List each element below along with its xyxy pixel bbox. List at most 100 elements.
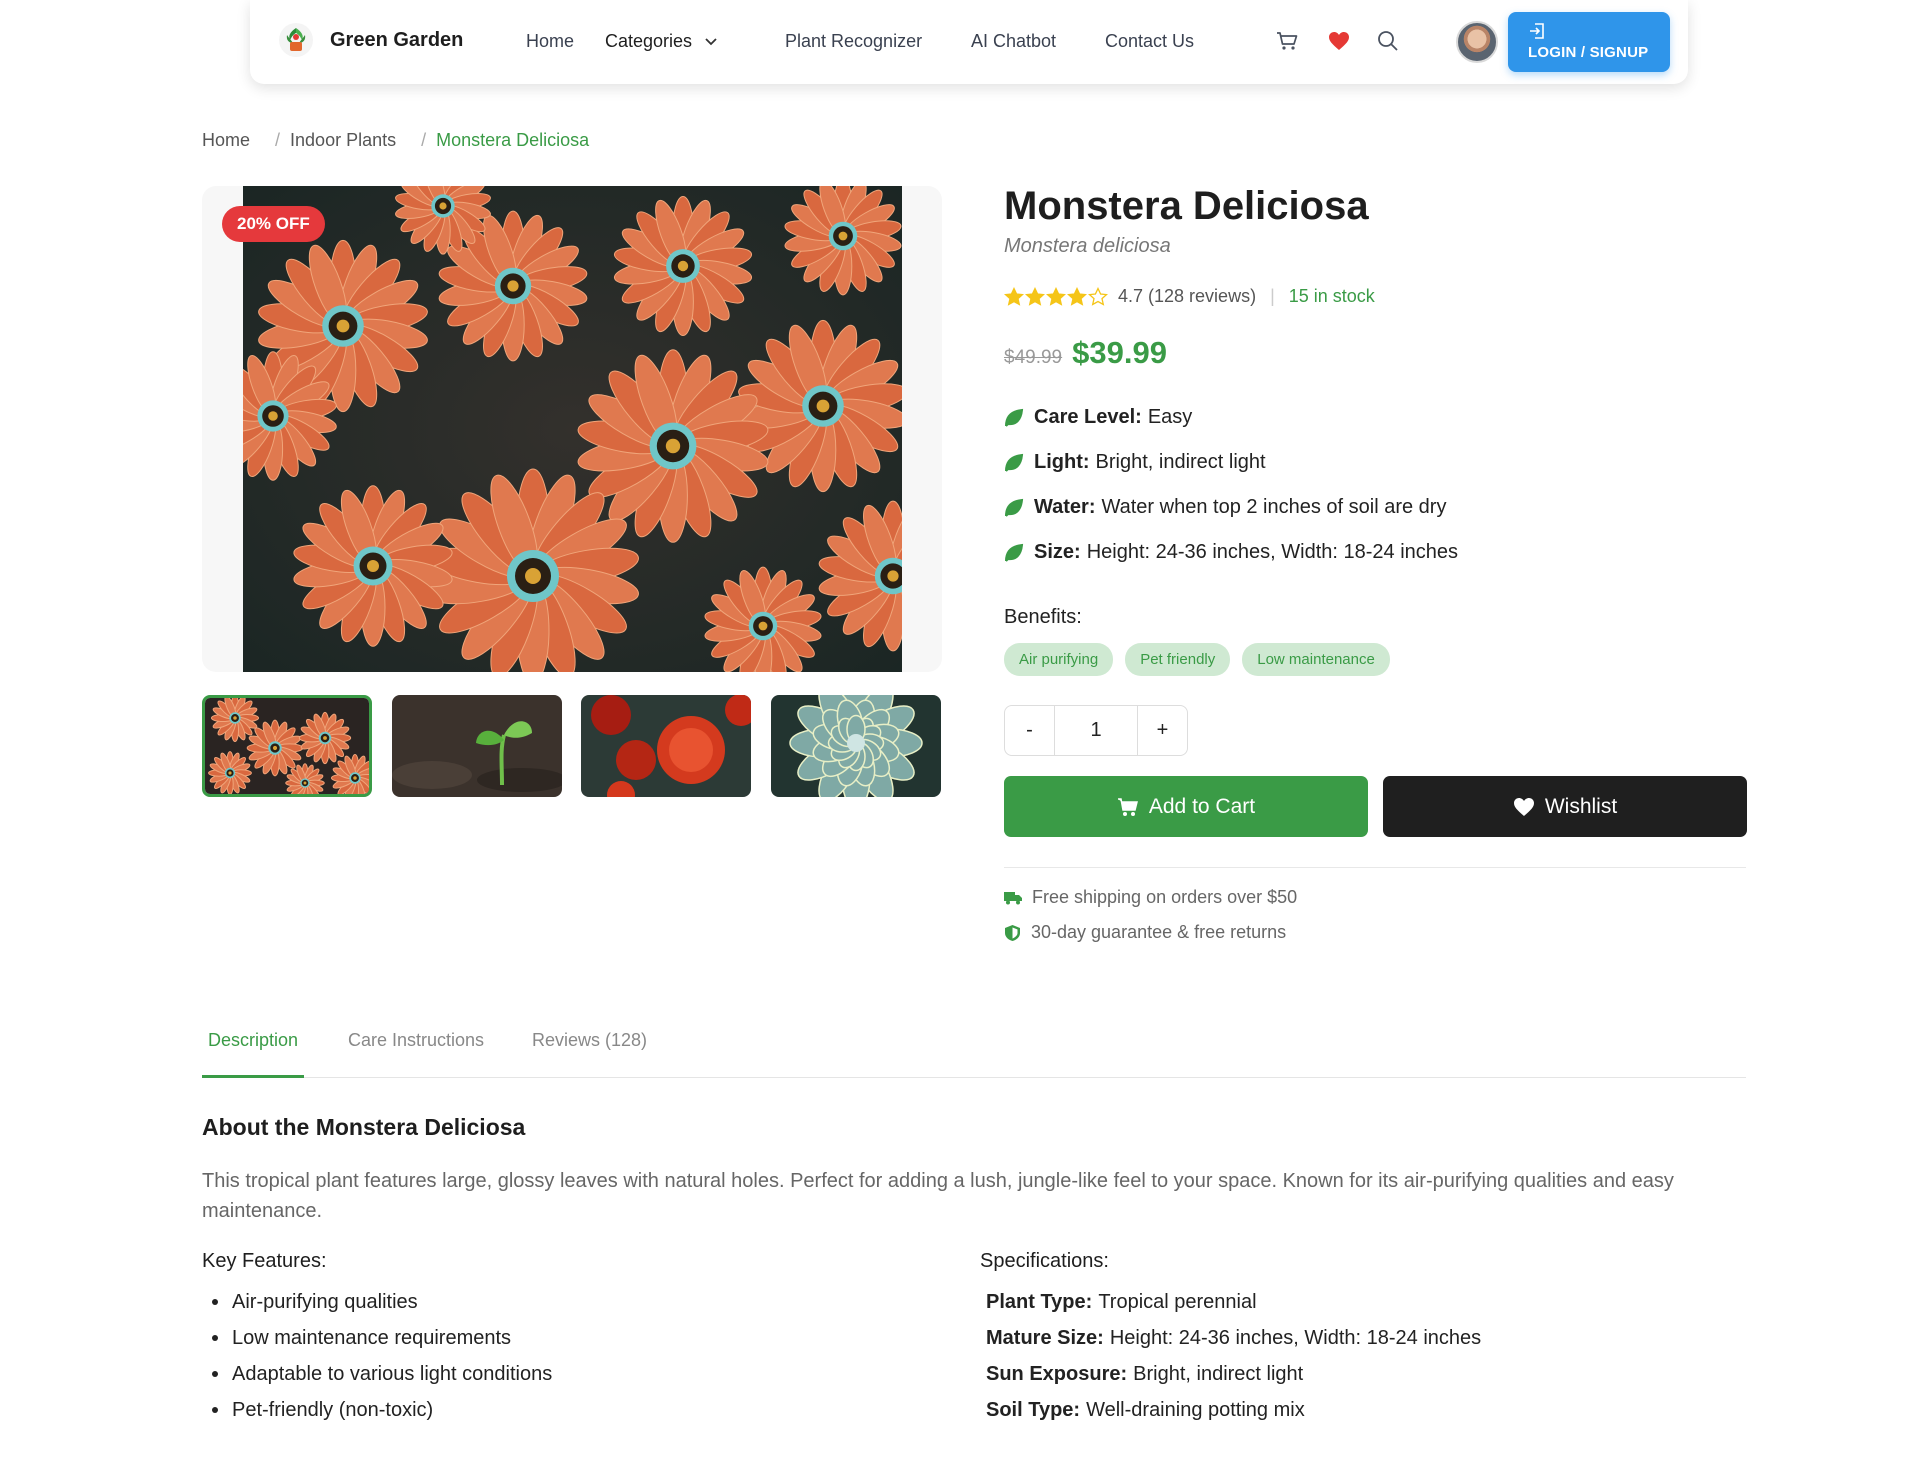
benefit-chip: Low maintenance: [1242, 643, 1390, 676]
list-item: Low maintenance requirements: [208, 1326, 552, 1362]
spec-row: Plant Type: Tropical perennial: [986, 1291, 1257, 1313]
spec-row: Mature Size: Height: 24-36 inches, Width:…: [986, 1327, 1482, 1349]
truck-icon: [1004, 891, 1022, 904]
attr-light: Light: Bright, indirect light: [1004, 451, 1266, 474]
divider: [1004, 867, 1746, 868]
shipping-text: Free shipping on orders over $50: [1032, 887, 1298, 907]
nav-contact-us[interactable]: Contact Us: [1105, 31, 1194, 52]
wishlist-label: Wishlist: [1544, 794, 1618, 818]
attr-value: Height: 24-36 inches, Width: 18-24 inche…: [1086, 541, 1459, 563]
leaf-icon: [1005, 543, 1024, 562]
star-icon: [1088, 286, 1108, 306]
key-features-list: Air-purifying qualities Low maintenance …: [208, 1290, 552, 1434]
tab-care-instructions[interactable]: Care Instructions: [342, 1030, 490, 1078]
attr-label: Size:: [1034, 541, 1081, 563]
tab-reviews[interactable]: Reviews (128): [526, 1030, 653, 1078]
attr-value: Easy: [1147, 406, 1193, 428]
attr-care-level: Care Level: Easy: [1004, 406, 1192, 429]
spec-row: Soil Type: Well-draining potting mix: [986, 1399, 1305, 1421]
product-title: Monstera Deliciosa: [1004, 184, 1369, 228]
thumbnail-4[interactable]: [771, 695, 941, 797]
description-title: About the Monstera Deliciosa: [202, 1114, 526, 1140]
breadcrumb-indoor-plants[interactable]: Indoor Plants: [290, 130, 396, 151]
benefit-chip: Air purifying: [1004, 643, 1114, 676]
main-product-image[interactable]: [243, 186, 902, 672]
breadcrumb-current: Monstera Deliciosa: [436, 130, 590, 150]
login-icon: [1530, 23, 1544, 39]
brand[interactable]: Green Garden: [278, 22, 463, 58]
benefit-chips: Air purifying Pet friendly Low maintenan…: [1004, 643, 1390, 676]
list-item: Pet-friendly (non-toxic): [208, 1398, 552, 1434]
shipping-info: Free shipping on orders over $50: [1004, 887, 1297, 908]
thumbnail-carnations-image: [581, 695, 751, 797]
nav-home[interactable]: Home: [526, 31, 574, 52]
attr-label: Care Level:: [1034, 406, 1142, 428]
login-signup-button[interactable]: LOGIN / SIGNUP: [1508, 12, 1670, 72]
leaf-icon: [1005, 453, 1024, 472]
add-to-cart-label: Add to Cart: [1148, 794, 1256, 818]
add-to-cart-button[interactable]: Add to Cart: [1004, 776, 1368, 837]
avatar[interactable]: [1456, 21, 1498, 63]
quantity-increment-button[interactable]: +: [1137, 706, 1187, 755]
thumbnail-1[interactable]: [202, 695, 372, 797]
search-icon[interactable]: [1375, 28, 1401, 54]
spec-row: Sun Exposure: Bright, indirect light: [986, 1363, 1304, 1385]
star-icon: [1025, 286, 1045, 306]
quantity-stepper: - +: [1004, 705, 1188, 756]
current-price: $39.99: [1072, 335, 1167, 370]
thumbnail-2[interactable]: [392, 695, 562, 797]
attr-water: Water: Water when top 2 inches of soil a…: [1004, 496, 1446, 519]
specifications-list: Plant Type: Tropical perennial Mature Siz…: [986, 1290, 1481, 1434]
rating-divider: |: [1270, 286, 1275, 306]
brand-logo-icon: [279, 23, 313, 57]
star-icon: [1046, 286, 1066, 306]
product-gallery: 20% OFF: [202, 186, 942, 672]
quantity-decrement-button[interactable]: -: [1005, 706, 1055, 755]
list-item: Air-purifying qualities: [208, 1290, 552, 1326]
attr-value: Water when top 2 inches of soil are dry: [1101, 496, 1447, 518]
star-rating: [1004, 286, 1108, 307]
breadcrumb-home[interactable]: Home: [202, 130, 250, 151]
thumbnail-seedling-image: [392, 695, 562, 797]
breadcrumb-separator: /: [275, 130, 281, 150]
heart-icon: [1513, 797, 1534, 816]
daisy-photo: [243, 186, 902, 672]
nav-plant-recognizer[interactable]: Plant Recognizer: [785, 31, 922, 52]
stock-status: 15 in stock: [1288, 286, 1375, 306]
list-item: Adaptable to various light conditions: [208, 1362, 552, 1398]
star-icon: [1067, 286, 1087, 306]
rating-row: 4.7 (128 reviews) | 15 in stock: [1004, 286, 1375, 307]
tab-description[interactable]: Description: [202, 1030, 305, 1078]
thumbnail-3[interactable]: [581, 695, 751, 797]
cart-icon: [1117, 797, 1138, 816]
chevron-down-icon: [705, 38, 717, 46]
thumbnail-succulent-image: [771, 695, 941, 797]
key-features-title: Key Features:: [202, 1250, 327, 1272]
benefits-label: Benefits:: [1004, 606, 1082, 628]
guarantee-info: 30-day guarantee & free returns: [1004, 922, 1286, 943]
benefit-chip: Pet friendly: [1125, 643, 1231, 676]
quantity-input[interactable]: [1055, 706, 1137, 755]
cart-icon[interactable]: [1274, 28, 1300, 54]
scientific-name: Monstera deliciosa: [1004, 235, 1171, 257]
breadcrumb: Home / Indoor Plants / Monstera Delicios…: [202, 130, 589, 151]
specifications-title: Specifications:: [980, 1250, 1109, 1272]
attr-value: Bright, indirect light: [1095, 451, 1266, 473]
product-tabs: Description Care Instructions Reviews (1…: [202, 1030, 1746, 1078]
leaf-icon: [1005, 408, 1024, 427]
attr-size: Size: Height: 24-36 inches, Width: 18-24…: [1004, 541, 1458, 564]
thumbnail-daisies-image: [205, 698, 369, 794]
heart-icon[interactable]: [1326, 28, 1352, 54]
login-signup-label: LOGIN / SIGNUP: [1528, 44, 1649, 61]
old-price: $49.99: [1004, 347, 1063, 368]
rating-text[interactable]: 4.7 (128 reviews): [1118, 286, 1256, 307]
guarantee-text: 30-day guarantee & free returns: [1031, 922, 1287, 942]
attr-label: Water:: [1034, 496, 1096, 518]
leaf-icon: [1005, 498, 1024, 517]
wishlist-button[interactable]: Wishlist: [1383, 776, 1747, 837]
nav-ai-chatbot[interactable]: AI Chatbot: [971, 31, 1056, 52]
discount-badge: 20% OFF: [222, 206, 325, 242]
nav-categories[interactable]: Categories: [605, 31, 717, 52]
star-icon: [1004, 286, 1024, 306]
nav-categories-label: Categories: [605, 31, 693, 51]
